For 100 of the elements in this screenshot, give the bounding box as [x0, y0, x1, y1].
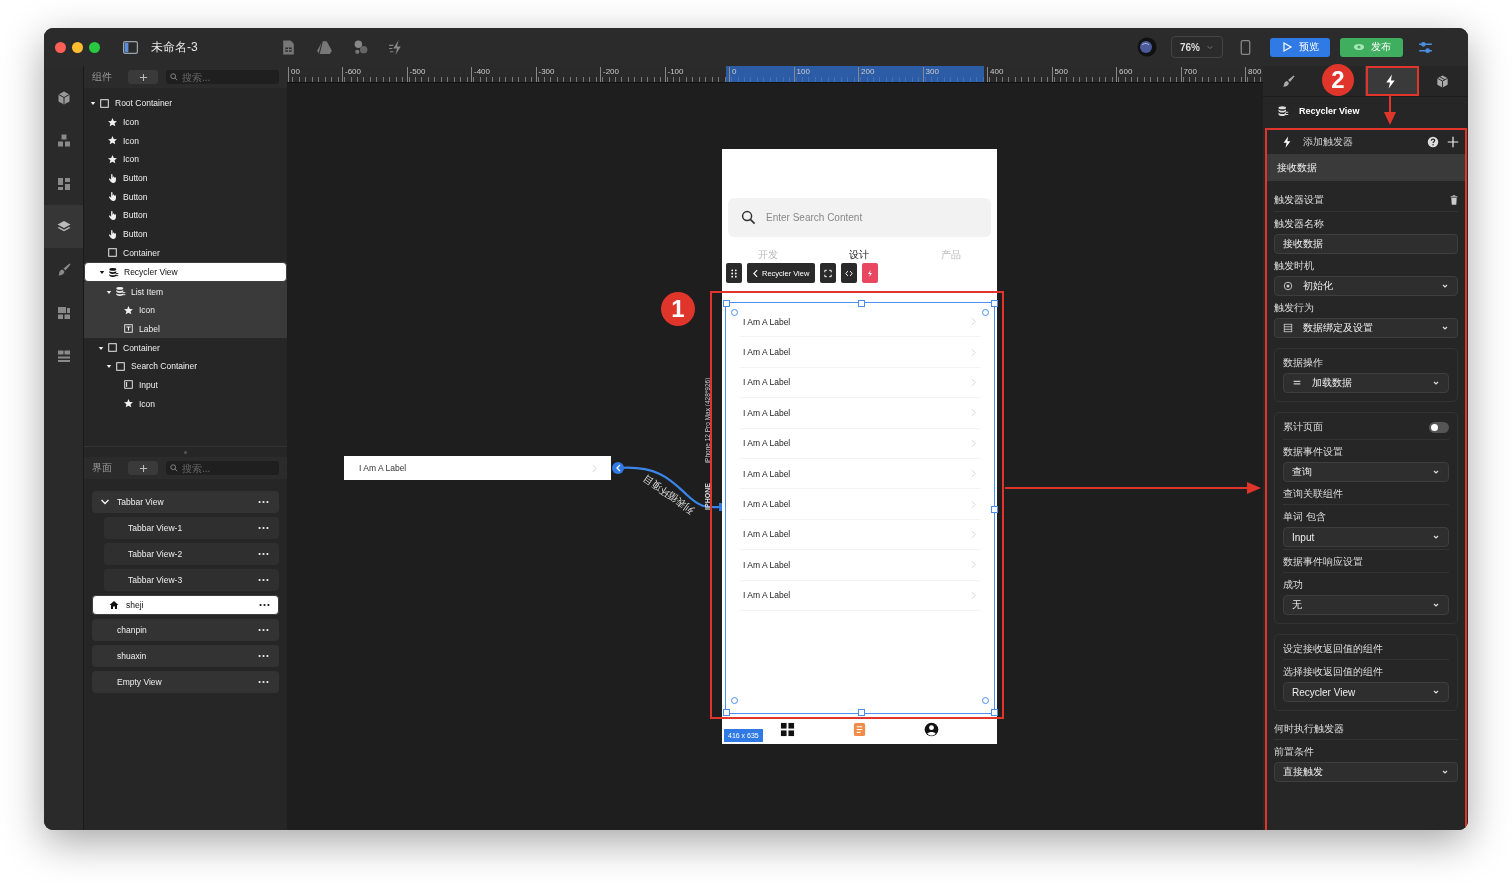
help-icon[interactable]	[1427, 136, 1439, 148]
list-item[interactable]: I Am A Label	[740, 307, 980, 338]
condition-dropdown[interactable]: 直接触发	[1274, 762, 1458, 782]
tree-item[interactable]: Icon	[84, 112, 287, 132]
more-icon[interactable]	[258, 578, 269, 582]
list-item[interactable]: I Am A Label	[740, 489, 980, 520]
resize-handle[interactable]	[858, 300, 865, 307]
list-item[interactable]: I Am A Label	[740, 337, 980, 368]
page-item[interactable]: chanpin	[92, 619, 279, 641]
tree-item[interactable]: Icon	[84, 131, 287, 151]
tree-item[interactable]: List Item	[84, 282, 287, 301]
resize-handle[interactable]	[991, 506, 998, 513]
tree-item[interactable]: Container	[84, 243, 287, 263]
radius-handle[interactable]	[982, 697, 989, 704]
more-icon[interactable]	[258, 654, 269, 658]
triangle-icon[interactable]	[315, 38, 333, 56]
more-icon[interactable]	[258, 680, 269, 684]
widgets-icon[interactable]	[55, 175, 72, 192]
resize-handle[interactable]	[723, 709, 730, 716]
search-icon	[170, 73, 178, 81]
add-button[interactable]	[128, 461, 158, 475]
toggle-switch[interactable]	[1429, 421, 1449, 433]
avatar-icon[interactable]	[1137, 37, 1157, 57]
tree-item[interactable]: Button	[84, 224, 287, 244]
cube-icon[interactable]	[55, 89, 72, 106]
list-item[interactable]: I Am A Label	[740, 428, 980, 459]
add-icon[interactable]	[1447, 136, 1459, 148]
recycler-view[interactable]: I Am A Label I Am A Label I Am A Label I Am A Label I Am A Label I Am A Label I Am A Label I Am A Label I Am A Label I Am A Label	[725, 302, 995, 714]
minimize-button[interactable]	[72, 41, 83, 53]
brush-icon[interactable]	[55, 261, 72, 278]
page-item[interactable]: Tabbar View-3	[104, 569, 279, 591]
component-dropdown[interactable]: Input	[1283, 527, 1449, 547]
page-item[interactable]: Empty View	[92, 671, 279, 693]
search-field[interactable]: 搜索...	[166, 461, 279, 475]
search-field[interactable]: Enter Search Content	[728, 198, 991, 237]
drag-handle[interactable]	[726, 263, 742, 283]
add-button[interactable]	[128, 70, 158, 84]
list-item[interactable]: I Am A Label	[740, 519, 980, 551]
tree-item[interactable]: Container	[84, 338, 287, 357]
close-button[interactable]	[55, 41, 66, 53]
caret-icon[interactable]	[98, 344, 104, 351]
caret-icon[interactable]	[106, 363, 112, 370]
tree-item[interactable]: Root Container	[84, 94, 287, 113]
tree-item[interactable]: Button	[84, 168, 287, 188]
event-dropdown[interactable]: 查询	[1283, 462, 1449, 482]
more-icon[interactable]	[258, 500, 269, 504]
cubes-icon[interactable]	[55, 132, 72, 149]
preview-button[interactable]: 预览	[1270, 37, 1330, 57]
more-icon[interactable]	[259, 603, 270, 607]
page-item[interactable]: Tabbar View-2	[104, 543, 279, 565]
more-icon[interactable]	[258, 628, 269, 632]
chevron-icon[interactable]	[99, 497, 110, 507]
radius-handle[interactable]	[731, 697, 738, 704]
more-icon[interactable]	[258, 552, 269, 556]
list-item-preview[interactable]: I Am A Label	[344, 456, 611, 480]
code-button[interactable]	[841, 263, 858, 283]
page-item[interactable]: sheji	[92, 595, 279, 615]
page-item[interactable]: Tabbar View-1	[104, 517, 279, 539]
caret-icon[interactable]	[90, 100, 96, 107]
name-field[interactable]: 接收数据	[1274, 234, 1458, 254]
trigger-button[interactable]	[862, 263, 879, 283]
page-item[interactable]: Tabbar View	[92, 491, 279, 513]
search-field[interactable]: 搜索...	[166, 70, 279, 84]
resize-handle[interactable]	[991, 300, 998, 307]
resize-handle[interactable]	[723, 300, 730, 307]
tree-item[interactable]: Input	[84, 375, 287, 395]
tree-item[interactable]: Button	[84, 206, 287, 225]
list-item[interactable]: I Am A Label	[740, 398, 980, 429]
resize-handle[interactable]	[858, 709, 865, 716]
radius-handle[interactable]	[731, 309, 738, 316]
fullscreen-button[interactable]	[820, 263, 837, 283]
list-item[interactable]: I Am A Label	[740, 580, 980, 611]
person-icon[interactable]	[923, 722, 939, 737]
list-item[interactable]: I Am A Label	[740, 458, 980, 490]
response-dropdown[interactable]: 无	[1283, 595, 1449, 615]
tab[interactable]: 设计	[849, 249, 870, 261]
list-item[interactable]: I Am A Label	[740, 550, 980, 581]
timing-dropdown[interactable]: 初始化	[1274, 276, 1458, 296]
list-item[interactable]: I Am A Label	[740, 367, 980, 399]
page-item[interactable]: shuaxin	[92, 645, 279, 667]
zoom-dropdown[interactable]: 76%	[1171, 36, 1223, 58]
sidebar-icon[interactable]	[122, 38, 139, 56]
grid-icon[interactable]	[780, 722, 796, 737]
more-icon[interactable]	[258, 526, 269, 530]
maximize-button[interactable]	[89, 41, 100, 53]
tree-item[interactable]: Button	[84, 187, 287, 207]
radius-handle[interactable]	[982, 309, 989, 316]
caret-icon[interactable]	[106, 288, 112, 295]
layout-icon[interactable]	[55, 304, 72, 321]
tree-item[interactable]: Search Container	[84, 356, 287, 376]
action-dropdown[interactable]: 数据绑定及设置	[1274, 318, 1458, 338]
caret-icon[interactable]	[99, 269, 105, 276]
tree-item[interactable]: Icon	[84, 150, 287, 169]
trigger-item[interactable]: 接收数据	[1267, 154, 1465, 181]
operation-dropdown[interactable]: 加载数据	[1283, 373, 1449, 393]
tree-item[interactable]: Icon	[84, 394, 287, 413]
trash-icon[interactable]	[1450, 195, 1458, 205]
resize-handle[interactable]	[991, 709, 998, 716]
tree-item[interactable]: Recycler View	[84, 262, 287, 283]
component-dropdown[interactable]: Recycler View	[1283, 682, 1449, 702]
